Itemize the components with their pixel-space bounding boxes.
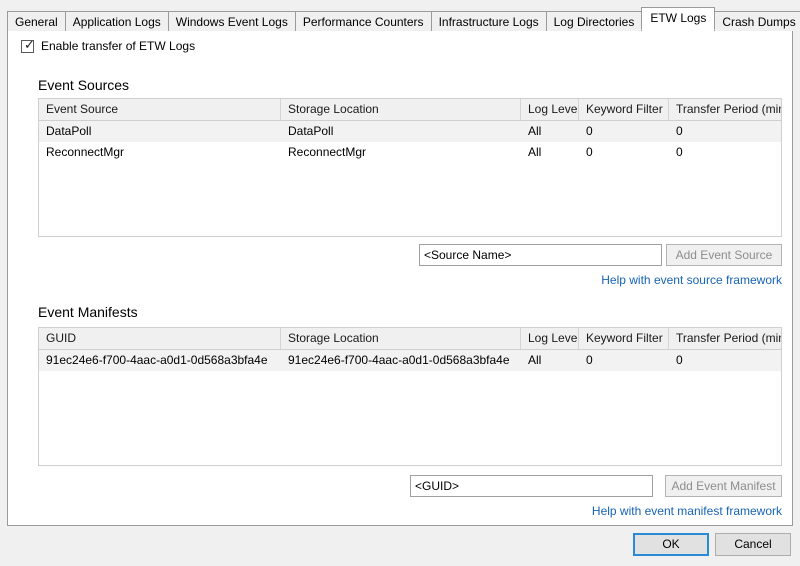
column-header-guid[interactable]: GUID xyxy=(39,328,281,349)
add-event-manifest-button[interactable]: Add Event Manifest xyxy=(665,475,782,497)
tab-etw-logs[interactable]: ETW Logs xyxy=(641,7,716,30)
cell-keyword-filter: 0 xyxy=(586,124,593,138)
event-manifests-grid-body: 91ec24e6-f700-4aac-a0d1-0d568a3bfa4e 91e… xyxy=(39,350,781,371)
column-header-keyword-filter[interactable]: Keyword Filter xyxy=(579,99,669,120)
add-event-source-button[interactable]: Add Event Source xyxy=(666,244,782,266)
event-sources-grid[interactable]: Event Source Storage Location Log Level … xyxy=(38,98,782,237)
column-header-keyword-filter[interactable]: Keyword Filter xyxy=(579,328,669,349)
cell-transfer-period: 0 xyxy=(676,353,683,367)
cell-transfer-period: 0 xyxy=(676,124,683,138)
tab-log-directories[interactable]: Log Directories xyxy=(545,11,643,31)
cell-storage-location: 91ec24e6-f700-4aac-a0d1-0d568a3bfa4e xyxy=(288,353,510,367)
cell-keyword-filter: 0 xyxy=(586,353,593,367)
enable-etw-transfer-label: Enable transfer of ETW Logs xyxy=(41,39,196,53)
ok-button[interactable]: OK xyxy=(633,533,709,556)
table-row[interactable]: DataPoll DataPoll All 0 0 xyxy=(39,121,781,142)
tab-strip: General Application Logs Windows Event L… xyxy=(7,7,800,31)
enable-etw-transfer-checkbox[interactable]: ✓ xyxy=(21,37,35,53)
event-sources-heading: Event Sources xyxy=(38,77,130,93)
event-sources-grid-header: Event Source Storage Location Log Level … xyxy=(39,99,781,121)
column-header-log-level[interactable]: Log Level xyxy=(521,328,579,349)
column-header-transfer-period[interactable]: Transfer Period (min) xyxy=(669,328,781,349)
guid-input[interactable] xyxy=(410,475,653,497)
tab-general[interactable]: General xyxy=(7,11,66,31)
cell-event-source: ReconnectMgr xyxy=(46,145,125,159)
cell-event-source: DataPoll xyxy=(46,124,92,138)
cell-guid: 91ec24e6-f700-4aac-a0d1-0d568a3bfa4e xyxy=(46,353,268,367)
column-header-transfer-period[interactable]: Transfer Period (min) xyxy=(669,99,781,120)
cell-log-level: All xyxy=(528,145,542,159)
etw-logs-panel: ✓ Enable transfer of ETW Logs Event Sour… xyxy=(7,29,793,526)
cell-storage-location: DataPoll xyxy=(288,124,334,138)
tab-crash-dumps[interactable]: Crash Dumps xyxy=(714,11,800,31)
column-header-event-source[interactable]: Event Source xyxy=(39,99,281,120)
cell-keyword-filter: 0 xyxy=(586,145,593,159)
source-name-input[interactable] xyxy=(419,244,662,266)
event-manifests-heading: Event Manifests xyxy=(38,304,138,320)
table-row[interactable]: ReconnectMgr ReconnectMgr All 0 0 xyxy=(39,142,781,163)
event-sources-grid-body: DataPoll DataPoll All 0 0 ReconnectMgr R… xyxy=(39,121,781,163)
tab-performance-counters[interactable]: Performance Counters xyxy=(294,11,432,31)
cancel-button[interactable]: Cancel xyxy=(715,533,791,556)
enable-etw-transfer-checkbox-row[interactable]: ✓ Enable transfer of ETW Logs xyxy=(21,39,195,53)
event-manifests-grid-header: GUID Storage Location Log Level Keyword … xyxy=(39,328,781,350)
event-manifest-framework-help-link[interactable]: Help with event manifest framework xyxy=(468,504,782,518)
cell-transfer-period: 0 xyxy=(676,145,683,159)
cell-log-level: All xyxy=(528,353,542,367)
column-header-log-level[interactable]: Log Level xyxy=(521,99,579,120)
table-row[interactable]: 91ec24e6-f700-4aac-a0d1-0d568a3bfa4e 91e… xyxy=(39,350,781,371)
tab-application-logs[interactable]: Application Logs xyxy=(64,11,169,31)
cell-log-level: All xyxy=(528,124,542,138)
event-source-framework-help-link[interactable]: Help with event source framework xyxy=(482,273,782,287)
tab-infrastructure-logs[interactable]: Infrastructure Logs xyxy=(430,11,547,31)
cell-storage-location: ReconnectMgr xyxy=(288,145,367,159)
column-header-storage-location[interactable]: Storage Location xyxy=(281,328,521,349)
event-manifests-grid[interactable]: GUID Storage Location Log Level Keyword … xyxy=(38,327,782,466)
checkmark-icon: ✓ xyxy=(24,37,35,53)
tab-windows-event-logs[interactable]: Windows Event Logs xyxy=(167,11,296,31)
column-header-storage-location[interactable]: Storage Location xyxy=(281,99,521,120)
